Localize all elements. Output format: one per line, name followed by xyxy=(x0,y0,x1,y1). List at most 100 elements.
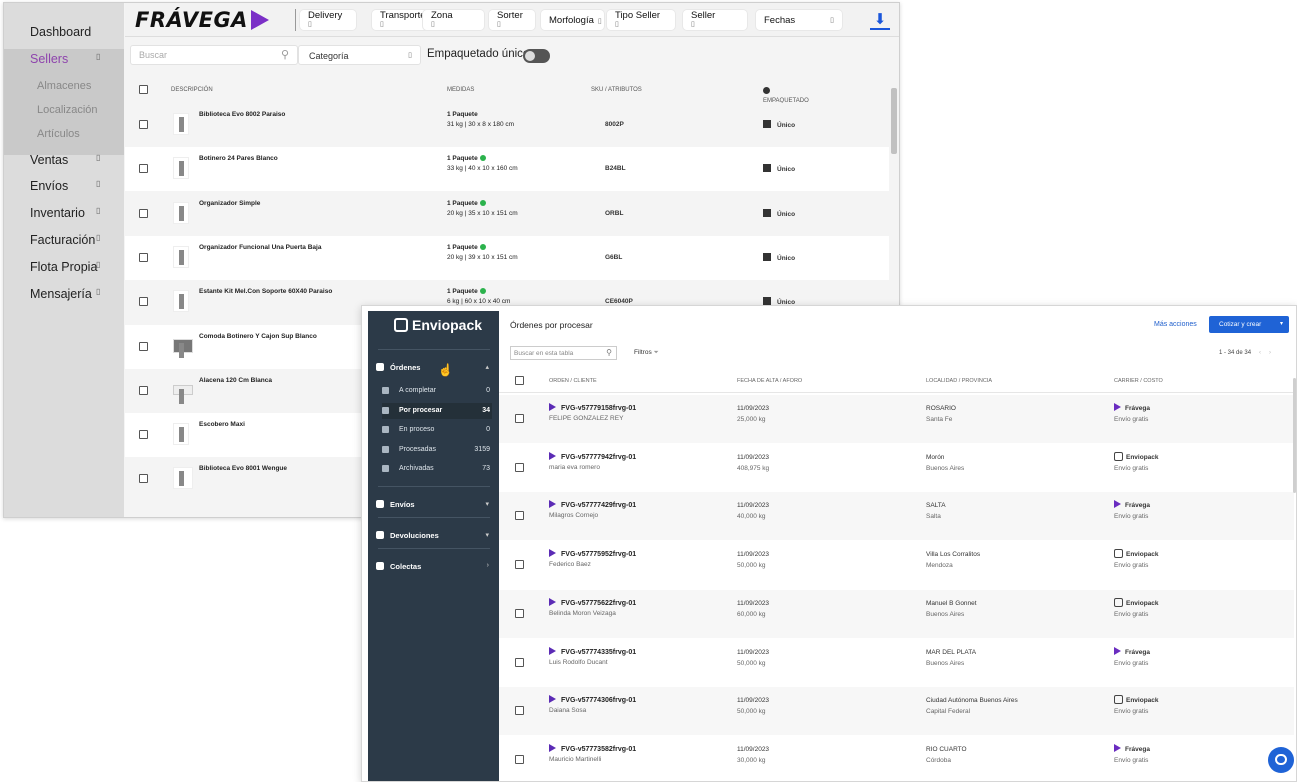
row-checkbox[interactable] xyxy=(139,430,148,440)
row-checkbox[interactable] xyxy=(139,252,148,262)
order-id[interactable]: FVG-v57774335frvg-01 xyxy=(549,646,636,656)
order-id[interactable]: FVG-v57777942frvg-01 xyxy=(549,451,636,461)
table-row[interactable]: FVG-v57774306frvg-01 Daiana Sosa 11/09/202… xyxy=(499,687,1294,736)
order-province: Buenos Aires xyxy=(926,659,965,667)
nav-group[interactable]: Envíos xyxy=(376,500,415,509)
sidebar-divider xyxy=(378,486,490,487)
select-all-checkbox[interactable] xyxy=(139,85,148,94)
product-sku: 8002P xyxy=(605,121,624,128)
nav-group[interactable]: Devoluciones xyxy=(376,531,439,540)
order-date: 11/09/2023 xyxy=(737,745,770,753)
product-thumbnail xyxy=(173,201,189,224)
row-checkbox[interactable] xyxy=(515,414,524,423)
next-page-icon[interactable]: › xyxy=(1269,350,1271,356)
sidebar-item[interactable]: Sellers ▯ xyxy=(30,52,100,66)
empaquetado-label: Empaquetado único xyxy=(427,48,530,60)
prev-page-icon[interactable]: ‹ xyxy=(1259,350,1261,356)
dropdown-chevron-icon[interactable]: ▾ xyxy=(1280,320,1283,327)
filter-zona[interactable]: Zona ▯ xyxy=(423,10,484,30)
download-icon[interactable]: ⬇ xyxy=(870,10,890,30)
nav-subitem[interactable]: A completar 0 xyxy=(382,383,492,399)
check-icon xyxy=(479,199,486,206)
row-checkbox[interactable] xyxy=(139,474,148,484)
chat-button[interactable] xyxy=(1268,747,1294,773)
fravega-logo[interactable]: FRÁVEGA xyxy=(135,8,269,32)
shipping-cost: Envío gratis xyxy=(1114,708,1149,716)
nav-group[interactable]: Colectas xyxy=(376,562,421,571)
order-id[interactable]: FVG-v57779158frvg-01 xyxy=(549,403,636,412)
table-row[interactable]: FVG-v57775952frvg-01 Federico Baez 11/09/2… xyxy=(499,541,1294,590)
table-search-input[interactable]: Buscar en esta tabla ⚲ xyxy=(510,346,617,360)
row-checkbox[interactable] xyxy=(139,208,148,218)
filter-seller[interactable]: Seller ▯ xyxy=(683,10,747,30)
shipping-cost: Envío gratis xyxy=(1114,416,1149,423)
row-checkbox[interactable] xyxy=(139,164,148,174)
table-row[interactable]: FVG-v57775622frvg-01 Belinda Moron Veizag… xyxy=(499,589,1294,638)
row-checkbox[interactable] xyxy=(515,511,524,521)
table-row[interactable]: Botinero 24 Pares Blanco 1 Paquete 33 kg |… xyxy=(125,147,889,192)
row-checkbox[interactable] xyxy=(515,754,524,764)
order-weight: 60,000 kg xyxy=(737,610,766,618)
filters-button[interactable]: Filtros ⏷ xyxy=(634,349,659,357)
sidebar-item[interactable]: Flota Propia ▯ xyxy=(30,260,100,274)
table-row[interactable]: FVG-v57777942frvg-01 maria eva romero 11/0… xyxy=(499,443,1294,492)
filter-sorter[interactable]: Sorter ▯ xyxy=(489,10,535,30)
check-icon xyxy=(479,155,486,162)
row-checkbox[interactable] xyxy=(139,120,148,129)
info-icon[interactable] xyxy=(763,87,770,94)
filter-delivery[interactable]: Delivery ▯ xyxy=(300,10,356,30)
row-checkbox[interactable] xyxy=(515,706,524,716)
row-checkbox[interactable] xyxy=(139,385,148,395)
create-order-button[interactable]: Cotizar y crear ▾ xyxy=(1209,316,1289,333)
table-row[interactable]: Organizador Funcional Una Puerta Baja 1 P… xyxy=(125,235,889,280)
row-checkbox[interactable] xyxy=(515,462,524,472)
nav-subitem[interactable]: Archivadas 73 xyxy=(382,461,492,477)
nav-subitem[interactable]: Por procesar 34 xyxy=(382,402,492,419)
filter-tipo-seller[interactable]: Tipo Seller ▯ xyxy=(607,10,675,30)
fravega-logo-mark xyxy=(250,10,269,30)
sidebar-item[interactable]: Facturación ▯ xyxy=(30,233,100,247)
table-row[interactable]: FVG-v57777429frvg-01 Milagros Cornejo 11/0… xyxy=(499,492,1294,541)
row-checkbox[interactable] xyxy=(515,560,524,570)
category-select[interactable]: Categoría ▯ xyxy=(298,45,421,65)
search-icon: ⚲ xyxy=(280,49,289,61)
row-checkbox[interactable] xyxy=(139,341,148,351)
table-row[interactable]: FVG-v57774335frvg-01 Luis Rodolfo Ducant 1… xyxy=(499,638,1294,687)
filter-fechas[interactable]: Fechas ▯ xyxy=(756,10,842,30)
enviopack-logo[interactable]: Enviopack xyxy=(394,317,482,333)
search-input[interactable]: Buscar ⚲ xyxy=(130,45,298,65)
order-date: 11/09/2023 xyxy=(737,697,770,705)
filter-morfolog-a[interactable]: Morfología ▯ xyxy=(541,10,604,30)
select-all-orders-checkbox[interactable] xyxy=(515,376,524,385)
order-id[interactable]: FVG-v57775622frvg-01 xyxy=(549,597,636,607)
nav-subitem[interactable]: Procesadas 3159 xyxy=(382,442,492,458)
sidebar-item[interactable]: Almacenes xyxy=(37,80,91,92)
empaquetado-toggle[interactable] xyxy=(523,49,550,63)
table-row[interactable]: FVG-v57773582frvg-01 Mauricio Martinelli 1… xyxy=(499,735,1294,781)
row-checkbox[interactable] xyxy=(139,297,148,307)
order-id[interactable]: FVG-v57775952frvg-01 xyxy=(549,549,636,558)
more-actions-link[interactable]: Más acciones xyxy=(1154,321,1197,328)
row-checkbox[interactable] xyxy=(515,608,524,618)
sidebar-item[interactable]: Artículos xyxy=(37,128,80,140)
order-id[interactable]: FVG-v57774306frvg-01 xyxy=(549,695,636,704)
orders-table-header: ORDEN / CLIENTE FECHA DE ALTA / AFORO LO… xyxy=(499,368,1296,393)
fravega-mark-icon xyxy=(549,743,556,752)
sidebar-item[interactable]: Inventario ▯ xyxy=(30,206,100,220)
table-row[interactable]: Biblioteca Evo 8002 Paraiso 1 Paquete 31 k… xyxy=(125,103,889,147)
orders-scrollbar[interactable] xyxy=(1293,368,1296,781)
nav-ordenes[interactable]: Órdenes xyxy=(376,363,420,372)
nav-subitem[interactable]: En proceso 0 xyxy=(382,422,492,438)
order-date: 11/09/2023 xyxy=(737,551,770,559)
sidebar-item[interactable]: Localización xyxy=(37,104,98,116)
sidebar-item[interactable]: Mensajería ▯ xyxy=(30,287,100,301)
sidebar-item[interactable]: Ventas ▯ xyxy=(30,153,100,167)
table-row[interactable]: FVG-v57779158frvg-01 FELIPE GONZALEZ REY 1… xyxy=(499,395,1294,443)
table-row[interactable]: Organizador Simple 1 Paquete 20 kg | 35 x … xyxy=(125,191,889,236)
order-id[interactable]: FVG-v57773582frvg-01 xyxy=(549,743,636,753)
order-city: MAR DEL PLATA xyxy=(926,648,977,656)
sidebar-item[interactable]: Dashboard xyxy=(30,25,91,39)
row-checkbox[interactable] xyxy=(515,657,524,667)
order-id[interactable]: FVG-v57777429frvg-01 xyxy=(549,500,636,509)
sidebar-item[interactable]: Envíos ▯ xyxy=(30,179,100,193)
